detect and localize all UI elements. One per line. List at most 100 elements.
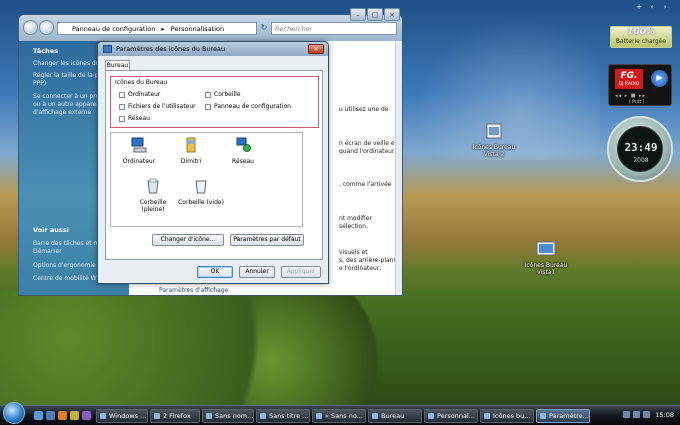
minimize-button[interactable]: – xyxy=(350,8,366,21)
breadcrumb-item[interactable]: Personnalisation xyxy=(171,25,224,33)
next-icon[interactable]: › xyxy=(660,3,670,12)
restore-default-button[interactable]: Paramètres par défaut xyxy=(230,234,304,246)
tab-pane: Icônes du Bureau Ordinateur Fichiers de … xyxy=(105,70,323,260)
checkbox-recycle-bin[interactable]: Corbeille xyxy=(205,91,241,98)
icon-list: Ordinateur Dimitri Réseau Corbeille (ple… xyxy=(110,132,303,227)
breadcrumb-item[interactable]: Panneau de configuration xyxy=(72,25,155,33)
taskbar-item[interactable]: Icônes bu... xyxy=(480,409,534,423)
taskbar-item[interactable]: Windows ... xyxy=(96,409,148,423)
start-button[interactable] xyxy=(3,402,25,424)
tray-network-icon[interactable] xyxy=(623,411,630,418)
explorer-icon[interactable] xyxy=(70,411,79,420)
dialog-close-button[interactable]: × xyxy=(308,44,324,54)
prev-icon[interactable]: ‹ xyxy=(647,3,657,12)
add-gadget-icon[interactable]: + xyxy=(634,3,644,12)
play-icon[interactable]: ▶ xyxy=(651,70,668,87)
firefox-icon[interactable] xyxy=(58,411,67,420)
checkbox-label: Fichiers de l'utilisateur xyxy=(128,103,196,110)
cancel-button[interactable]: Annuler xyxy=(239,266,275,278)
checkbox-box[interactable] xyxy=(205,103,211,110)
desktop-icon-vista2[interactable]: Icônes Bureau Vista 2 xyxy=(472,122,516,158)
icon-item-recycle-empty[interactable]: Corbeille (vide) xyxy=(177,178,225,206)
icon-item-computer[interactable]: Ordinateur xyxy=(115,137,163,165)
desktop-icons-group: Icônes du Bureau Ordinateur Fichiers de … xyxy=(110,76,319,128)
dialog-icon xyxy=(103,45,112,53)
checkbox-control-panel[interactable]: Panneau de configuration xyxy=(205,103,291,110)
clock-time: 23:49 xyxy=(624,141,658,154)
recycle-bin-empty-icon xyxy=(195,180,207,194)
icon-label: Dimitri xyxy=(180,158,202,165)
tasks-heading: Tâches xyxy=(33,47,59,55)
breadcrumb-separator: ▸ xyxy=(161,25,165,33)
ok-button[interactable]: OK xyxy=(197,266,233,278)
media-icon[interactable] xyxy=(82,411,91,420)
dialog-titlebar[interactable]: Paramètres des icônes du Bureau × xyxy=(98,42,328,56)
dialog-title: Paramètres des icônes du Bureau xyxy=(116,45,226,53)
show-desktop-icon[interactable] xyxy=(34,411,43,420)
content-text: quand l'ordinateur xyxy=(339,148,395,155)
taskbar-item[interactable]: 2 Firefox xyxy=(150,409,200,423)
radio-product-link[interactable]: [ Prdt ] xyxy=(629,100,644,105)
content-text: visuels et xyxy=(339,249,368,256)
radio-controls[interactable]: ◂◂ ▸ ■ ▸▸ xyxy=(615,93,646,99)
close-button[interactable]: × xyxy=(384,8,400,21)
content-text: n écran de veille et xyxy=(339,140,397,147)
display-settings-link[interactable]: Paramètres d'affichage xyxy=(159,287,228,295)
checkbox-label: Corbeille xyxy=(214,91,241,98)
clock-face: 23:49 2008 xyxy=(617,126,663,172)
checkbox-box[interactable] xyxy=(119,91,125,98)
image-file-icon xyxy=(536,241,556,256)
taskbar-item[interactable]: Sans titre ... xyxy=(256,409,310,423)
content-text: , comme l'arrivée xyxy=(339,181,392,188)
checkbox-box[interactable] xyxy=(119,103,125,110)
computer-icon xyxy=(131,137,147,153)
desktop-icon-settings-dialog: Paramètres des icônes du Bureau × Bureau… xyxy=(97,41,329,284)
tray-power-icon[interactable] xyxy=(643,411,650,418)
icon-item-recycle-full[interactable]: Corbeille (pleine) xyxy=(129,178,177,213)
window-toolbar: Panneau de configuration ▸ Personnalisat… xyxy=(19,15,402,41)
image-file-icon xyxy=(486,123,502,139)
user-folder-icon xyxy=(186,137,196,153)
checkbox-label: Réseau xyxy=(128,115,150,122)
search-input[interactable]: Rechercher xyxy=(271,22,397,35)
see-also-heading: Voir aussi xyxy=(33,226,69,234)
desktop-icon-vista1[interactable]: Icônes Bureau Vista1 xyxy=(524,240,568,276)
battery-status: Batterie chargée xyxy=(615,38,667,45)
checkbox-user-files[interactable]: Fichiers de l'utilisateur xyxy=(119,103,196,110)
taskbar-item[interactable]: Personnal... xyxy=(424,409,478,423)
icon-label: Corbeille (pleine) xyxy=(139,199,167,213)
refresh-icon[interactable]: ↻ xyxy=(259,22,269,35)
taskbar-item[interactable]: « Sans no... xyxy=(312,409,366,423)
taskbar: Windows ... 2 Firefox Sans nom... Sans t… xyxy=(0,402,680,425)
clock-gadget[interactable]: 23:49 2008 xyxy=(607,116,673,182)
tray-volume-icon[interactable] xyxy=(633,411,640,418)
radio-gadget[interactable]: FG. DJ RADIO ▶ ◂◂ ▸ ■ ▸▸ [ Prdt ] xyxy=(608,64,672,106)
content-text: e l'ordinateur, xyxy=(339,265,382,272)
icon-label: Corbeille (vide) xyxy=(178,199,224,206)
scrollbar[interactable] xyxy=(395,41,402,295)
checkbox-box[interactable] xyxy=(119,115,125,122)
checkbox-box[interactable] xyxy=(205,91,211,98)
back-button[interactable] xyxy=(23,20,38,35)
clock-year: 2008 xyxy=(633,157,649,164)
radio-subtitle: DJ RADIO xyxy=(618,82,640,87)
taskbar-item-active[interactable]: Paramètre... xyxy=(536,409,590,423)
apply-button[interactable]: Appliquer xyxy=(281,266,321,278)
icon-item-network[interactable]: Réseau xyxy=(219,137,267,165)
icon-item-user-folder[interactable]: Dimitri xyxy=(167,137,215,165)
checkbox-label: Panneau de configuration xyxy=(214,103,291,110)
taskbar-item[interactable]: Bureau xyxy=(368,409,422,423)
taskbar-clock[interactable]: 15:08 xyxy=(655,411,674,419)
taskbar-item[interactable]: Sans nom... xyxy=(202,409,254,423)
content-text: sélection. xyxy=(339,223,368,230)
desktop-icon-label: Icônes Bureau Vista 2 xyxy=(472,144,516,158)
forward-button[interactable] xyxy=(39,20,54,35)
battery-gadget[interactable]: 100% Batterie chargée xyxy=(610,26,672,48)
checkbox-computer[interactable]: Ordinateur xyxy=(119,91,160,98)
address-bar[interactable]: Panneau de configuration ▸ Personnalisat… xyxy=(57,22,257,35)
maximize-button[interactable]: □ xyxy=(367,8,383,21)
icon-label: Ordinateur xyxy=(122,158,156,165)
switch-windows-icon[interactable] xyxy=(46,411,55,420)
change-icon-button[interactable]: Changer d'icône... xyxy=(152,234,224,246)
checkbox-network[interactable]: Réseau xyxy=(119,115,150,122)
